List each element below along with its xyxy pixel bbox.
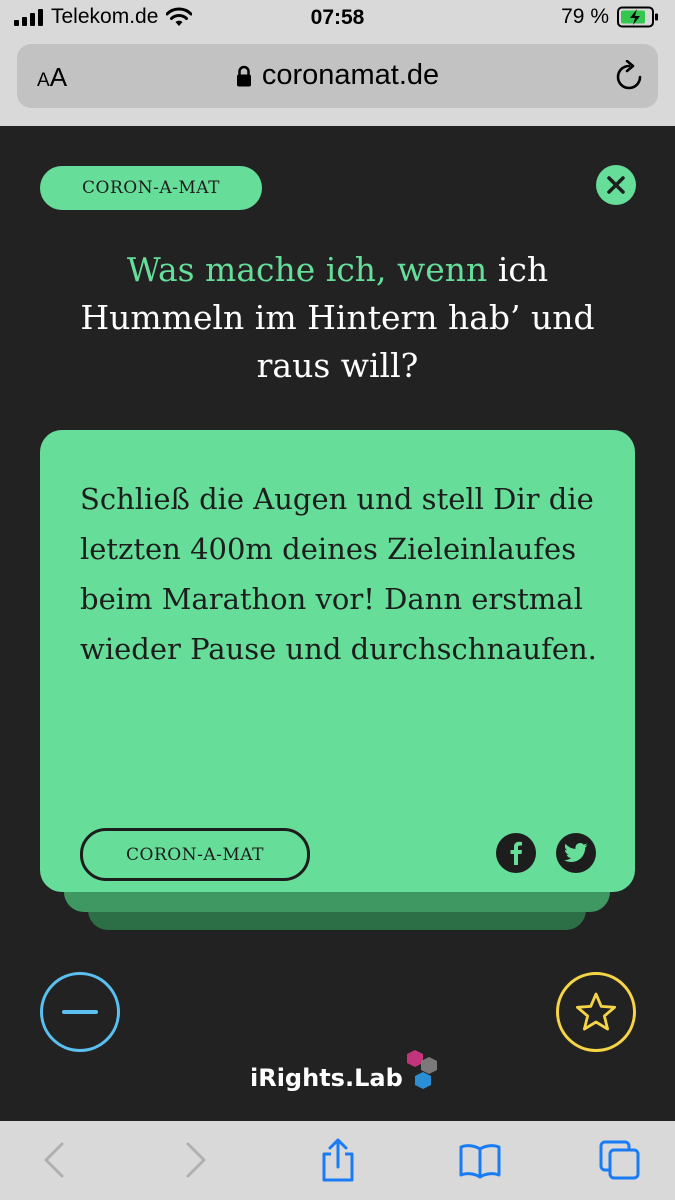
- facebook-share-button[interactable]: [496, 833, 536, 873]
- battery-icon: [617, 6, 658, 28]
- dislike-button[interactable]: [40, 972, 120, 1052]
- question-heading: Was mache ich, wenn ich Hummeln im Hinte…: [40, 246, 635, 390]
- battery-group: 79 %: [561, 5, 659, 29]
- share-icon[interactable]: [318, 1137, 358, 1183]
- url-display[interactable]: coronamat.de: [17, 59, 658, 92]
- answer-text: Schließ die Augen und stell Dir die letz…: [80, 482, 597, 666]
- close-button[interactable]: [596, 165, 636, 205]
- close-icon: [607, 176, 625, 194]
- browser-toolbar: [0, 1121, 675, 1200]
- star-icon: [576, 992, 616, 1031]
- status-bar: Telekom.de 07:58 79 %: [0, 0, 675, 40]
- cubes-logo-icon: [406, 1050, 437, 1089]
- logo-text: iRights.Lab: [250, 1064, 403, 1092]
- browser-address-area: AA coronamat.de: [0, 40, 675, 126]
- bookmarks-icon[interactable]: [458, 1143, 502, 1179]
- card-coronamat-button[interactable]: CORON-A-MAT: [80, 828, 310, 881]
- facebook-icon: [510, 841, 522, 865]
- answer-card[interactable]: Schließ die Augen und stell Dir die letz…: [40, 430, 635, 892]
- minus-icon: [62, 1010, 98, 1014]
- domain-text: coronamat.de: [261, 59, 440, 91]
- favorite-button[interactable]: [556, 972, 636, 1052]
- question-accent: Was mache ich, wenn: [126, 250, 488, 289]
- address-bar[interactable]: AA coronamat.de: [17, 44, 658, 108]
- irights-lab-logo: iRights.Lab: [250, 1042, 441, 1092]
- coronamat-badge[interactable]: CORON-A-MAT: [40, 166, 262, 210]
- back-icon[interactable]: [42, 1141, 66, 1179]
- twitter-icon: [564, 843, 588, 862]
- twitter-share-button[interactable]: [556, 833, 596, 873]
- tabs-icon[interactable]: [598, 1139, 642, 1181]
- reload-icon[interactable]: [614, 60, 644, 92]
- battery-percent: 79 %: [561, 5, 609, 28]
- forward-icon[interactable]: [184, 1141, 208, 1179]
- lock-icon: [236, 65, 251, 86]
